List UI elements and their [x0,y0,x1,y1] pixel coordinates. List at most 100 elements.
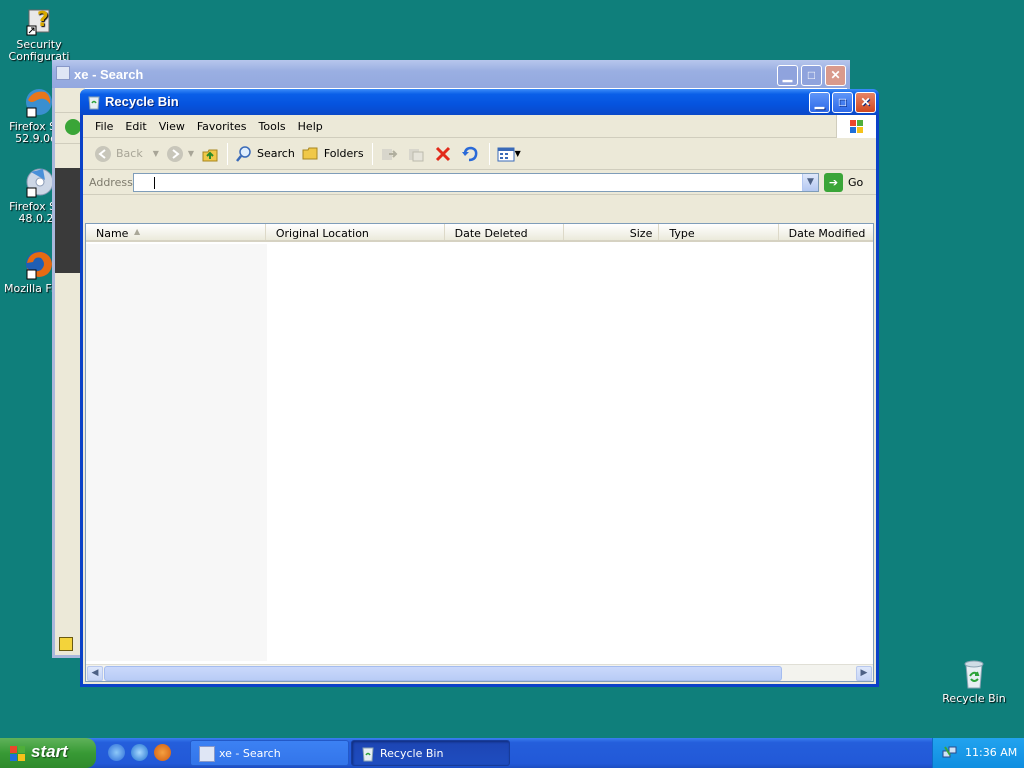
recycle-bin-window[interactable]: Recycle Bin ▁ □ ✕ File Edit View Favorit… [80,89,879,687]
menu-tools[interactable]: Tools [253,118,292,135]
back-icon[interactable] [65,119,81,135]
column-header-type[interactable]: Type [659,224,779,240]
up-folder-button[interactable] [198,142,222,166]
quicklaunch-firefox-icon[interactable] [154,744,171,761]
recycle-bin-icon [86,94,102,110]
chevron-down-icon: ▼ [514,149,521,158]
column-headers: Name ▲ Original Location Date Deleted Si… [86,224,873,242]
views-grid-icon [497,145,515,163]
firefox-setup-cd-icon [23,166,55,198]
column-header-size[interactable]: Size [564,224,660,240]
address-input[interactable]: ▼ [133,172,819,192]
go-label: Go [848,175,864,189]
start-label: start [31,742,68,761]
close-button[interactable]: ✕ [855,92,876,113]
recycle-bin-icon [360,746,376,762]
folders-label: Folders [323,147,364,160]
desktop-icon-label: Mozilla Fir [4,283,54,295]
ie-page-icon [56,66,70,80]
go-arrow-icon: ➔ [824,172,843,192]
security-config-icon: ? [23,4,55,36]
quicklaunch-ie-icon[interactable] [108,744,125,761]
column-header-name[interactable]: Name ▲ [86,224,266,240]
system-tray: 11:36 AM [932,738,1024,768]
maximize-button[interactable]: □ [832,92,853,113]
taskbar-item-search[interactable]: xe - Search [190,740,349,766]
toolbar-separator [371,142,373,165]
folder-icon [302,145,320,163]
menu-edit[interactable]: Edit [119,118,152,135]
taskbar-item-label: xe - Search [219,747,281,760]
menu-favorites[interactable]: Favorites [191,118,253,135]
menu-file[interactable]: File [89,118,119,135]
views-button[interactable]: ▼ [494,142,524,166]
address-dropdown-button[interactable]: ▼ [802,173,818,191]
sort-ascending-icon: ▲ [134,227,141,236]
desktop-icon-security-config[interactable]: ? Security Configurati [2,4,76,63]
close-button[interactable]: ✕ [825,65,846,86]
taskbar-item-label: Recycle Bin [380,747,444,760]
column-header-date-modified[interactable]: Date Modified [779,224,873,240]
desktop-icon-label: Recycle Bin [942,693,1006,705]
search-icon [235,145,253,163]
recycle-bin-icon [958,658,990,690]
window-title: Recycle Bin [105,94,179,109]
scrollbar-thumb[interactable] [104,666,782,681]
copy-to-button[interactable] [404,142,430,166]
desktop-icon-recycle-bin[interactable]: Recycle Bin [937,658,1011,705]
chevron-down-icon: ▼ [187,149,195,158]
firefox-setup-icon [23,86,55,118]
delete-x-icon [434,145,452,163]
start-button[interactable]: start [0,738,96,768]
svg-text:?: ? [37,7,49,31]
undo-button[interactable] [458,142,484,166]
window-titlebar[interactable]: Recycle Bin ▁ □ ✕ [80,89,879,115]
toolbar-separator [227,142,229,165]
minimize-button[interactable]: ▁ [809,92,830,113]
menu-help[interactable]: Help [292,118,329,135]
warning-icon [59,637,73,651]
menu-view[interactable]: View [153,118,191,135]
scroll-left-button[interactable]: ◀ [87,666,103,681]
quicklaunch-ie2-icon[interactable] [131,744,148,761]
minimize-button[interactable]: ▁ [777,65,798,86]
address-bar: Address ▼ ➔ Go [83,170,876,195]
delete-button[interactable] [431,142,457,166]
back-label: Back [116,147,143,160]
column-header-date-deleted[interactable]: Date Deleted [445,224,564,240]
undo-icon [461,145,479,163]
move-to-icon [380,145,398,163]
clock[interactable]: 11:36 AM [965,746,1017,759]
background-window-title: xe - Search [74,67,144,82]
maximize-button[interactable]: □ [801,65,822,86]
address-label: Address [89,175,133,189]
up-folder-icon [201,145,219,163]
forward-arrow-icon [166,145,184,163]
copy-to-icon [407,145,425,163]
toolbar-separator [488,142,490,165]
background-window-titlebar[interactable]: xe - Search ▁ □ ✕ [52,60,850,88]
search-button[interactable]: Search [232,142,298,166]
column-header-original-location[interactable]: Original Location [266,224,445,240]
file-list-view[interactable]: Name ▲ Original Location Date Deleted Si… [85,223,874,682]
sorted-column-shade [86,244,267,661]
window-body: File Edit View Favorites Tools Help Back… [83,115,876,684]
windows-logo-icon [836,115,876,138]
menu-bar: File Edit View Favorites Tools Help [83,115,876,138]
horizontal-scrollbar[interactable]: ◀ ▶ [86,664,873,681]
taskbar: start xe - Search Recycle Bin 11:36 AM [0,738,1024,768]
network-icon[interactable] [942,745,957,760]
windows-flag-icon [9,745,26,762]
move-to-button[interactable] [377,142,403,166]
chevron-down-icon: ▼ [152,149,159,158]
folders-button[interactable]: Folders [299,142,367,166]
forward-button[interactable]: ▼ [163,142,197,166]
taskbar-item-recycle-bin[interactable]: Recycle Bin [351,740,510,766]
go-button[interactable]: ➔ Go [824,172,864,192]
scroll-right-button[interactable]: ▶ [856,666,872,681]
ie-page-icon [199,746,215,762]
search-label: Search [257,147,295,160]
back-arrow-icon [94,145,112,163]
text-caret [154,176,155,189]
back-button[interactable]: Back ▼ [91,142,162,166]
